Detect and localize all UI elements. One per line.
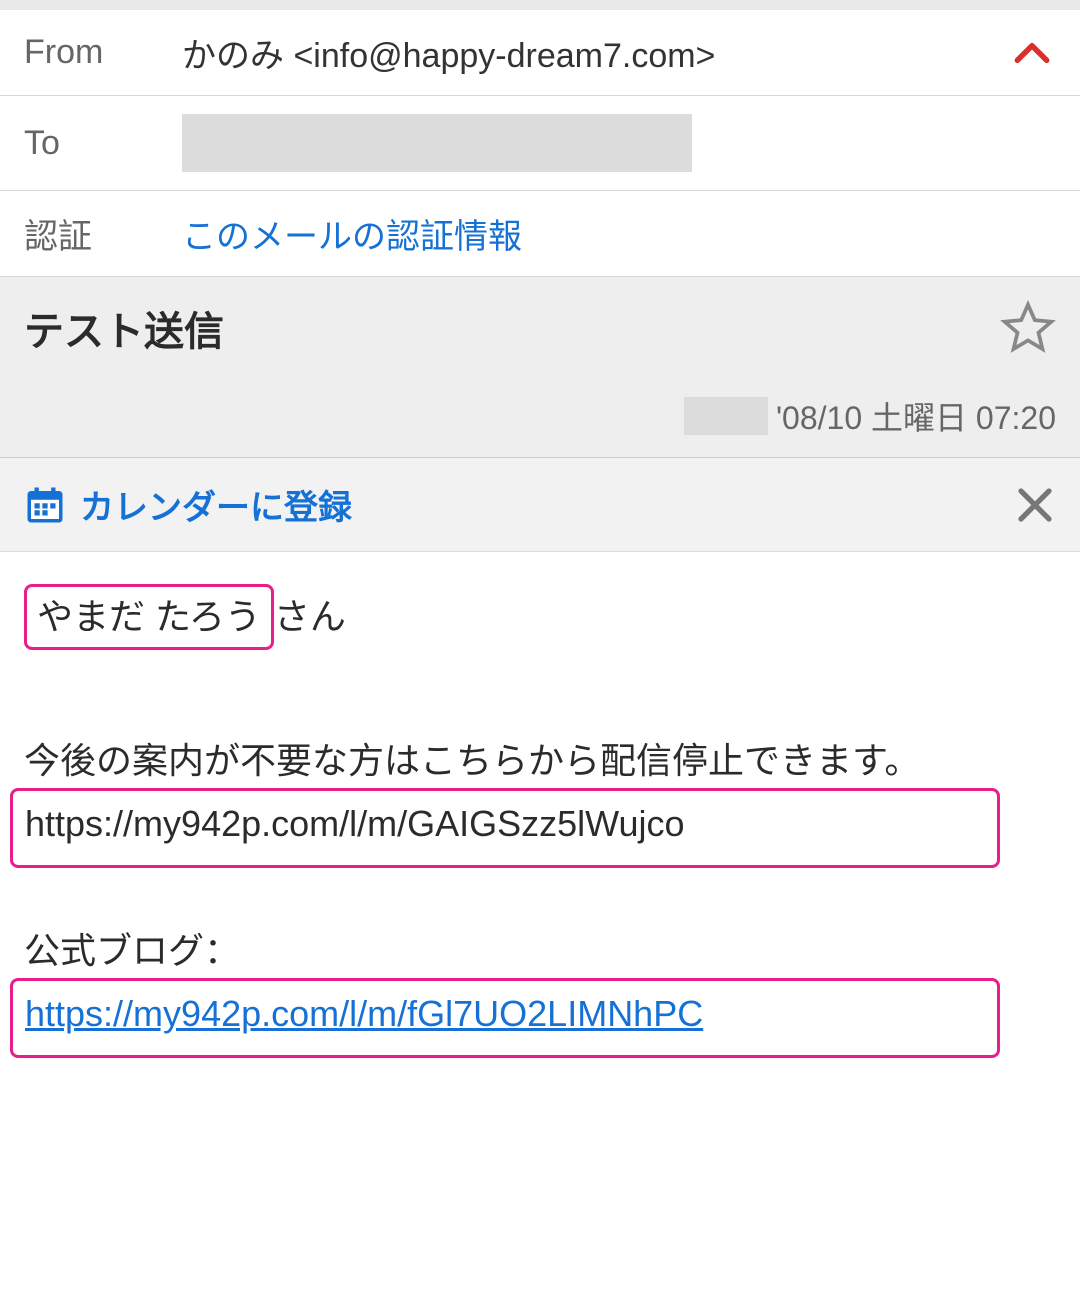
subject-section: テスト送信 '08/10 土曜日 07:20 (0, 277, 1080, 458)
from-row: From かのみ <info@happy-dream7.com> (0, 10, 1080, 96)
email-body: やまだ たろうさん 今後の案内が不要な方はこちらから配信停止できます。 http… (0, 552, 1080, 1090)
unsubscribe-url-highlight: https://my942p.com/l/m/GAIGSzz5lWujco (10, 788, 1000, 868)
auth-row: 認証 このメールの認証情報 (0, 191, 1080, 277)
from-value: かのみ <info@happy-dream7.com> (182, 28, 1008, 77)
from-label: From (24, 33, 182, 72)
status-bar (0, 0, 1080, 10)
subject-text: テスト送信 (24, 299, 224, 357)
blog-label: 公式ブログ： (24, 924, 1056, 978)
to-value-redacted (182, 114, 692, 172)
auth-label: 認証 (24, 209, 182, 258)
calendar-register-label: カレンダーに登録 (80, 480, 352, 529)
chevron-up-icon (1010, 31, 1054, 75)
greeting-suffix: さん (274, 596, 346, 637)
unsubscribe-text: 今後の案内が不要な方はこちらから配信停止できます。 (24, 734, 1056, 788)
collapse-header-button[interactable] (1008, 29, 1056, 77)
calendar-bar: カレンダーに登録 (0, 458, 1080, 552)
calendar-icon (24, 484, 66, 526)
greeting-line: やまだ たろうさん (24, 584, 1056, 650)
recipient-name-highlight: やまだ たろう (24, 584, 274, 650)
to-label: To (24, 124, 182, 163)
close-icon (1014, 484, 1056, 526)
calendar-register-button[interactable]: カレンダーに登録 (24, 480, 352, 529)
calendar-close-button[interactable] (1014, 484, 1056, 526)
blog-url-link[interactable]: https://my942p.com/l/m/fGl7UO2LIMNhPC (25, 993, 703, 1034)
date-text: '08/10 土曜日 07:20 (776, 393, 1056, 439)
auth-info-link[interactable]: このメールの認証情報 (182, 209, 522, 258)
star-button[interactable] (1000, 300, 1056, 356)
date-redacted-portion (684, 397, 768, 435)
to-row: To (0, 96, 1080, 191)
blog-url-highlight: https://my942p.com/l/m/fGl7UO2LIMNhPC (10, 978, 1000, 1058)
star-outline-icon (1000, 300, 1056, 356)
unsubscribe-url[interactable]: https://my942p.com/l/m/GAIGSzz5lWujco (25, 803, 685, 844)
